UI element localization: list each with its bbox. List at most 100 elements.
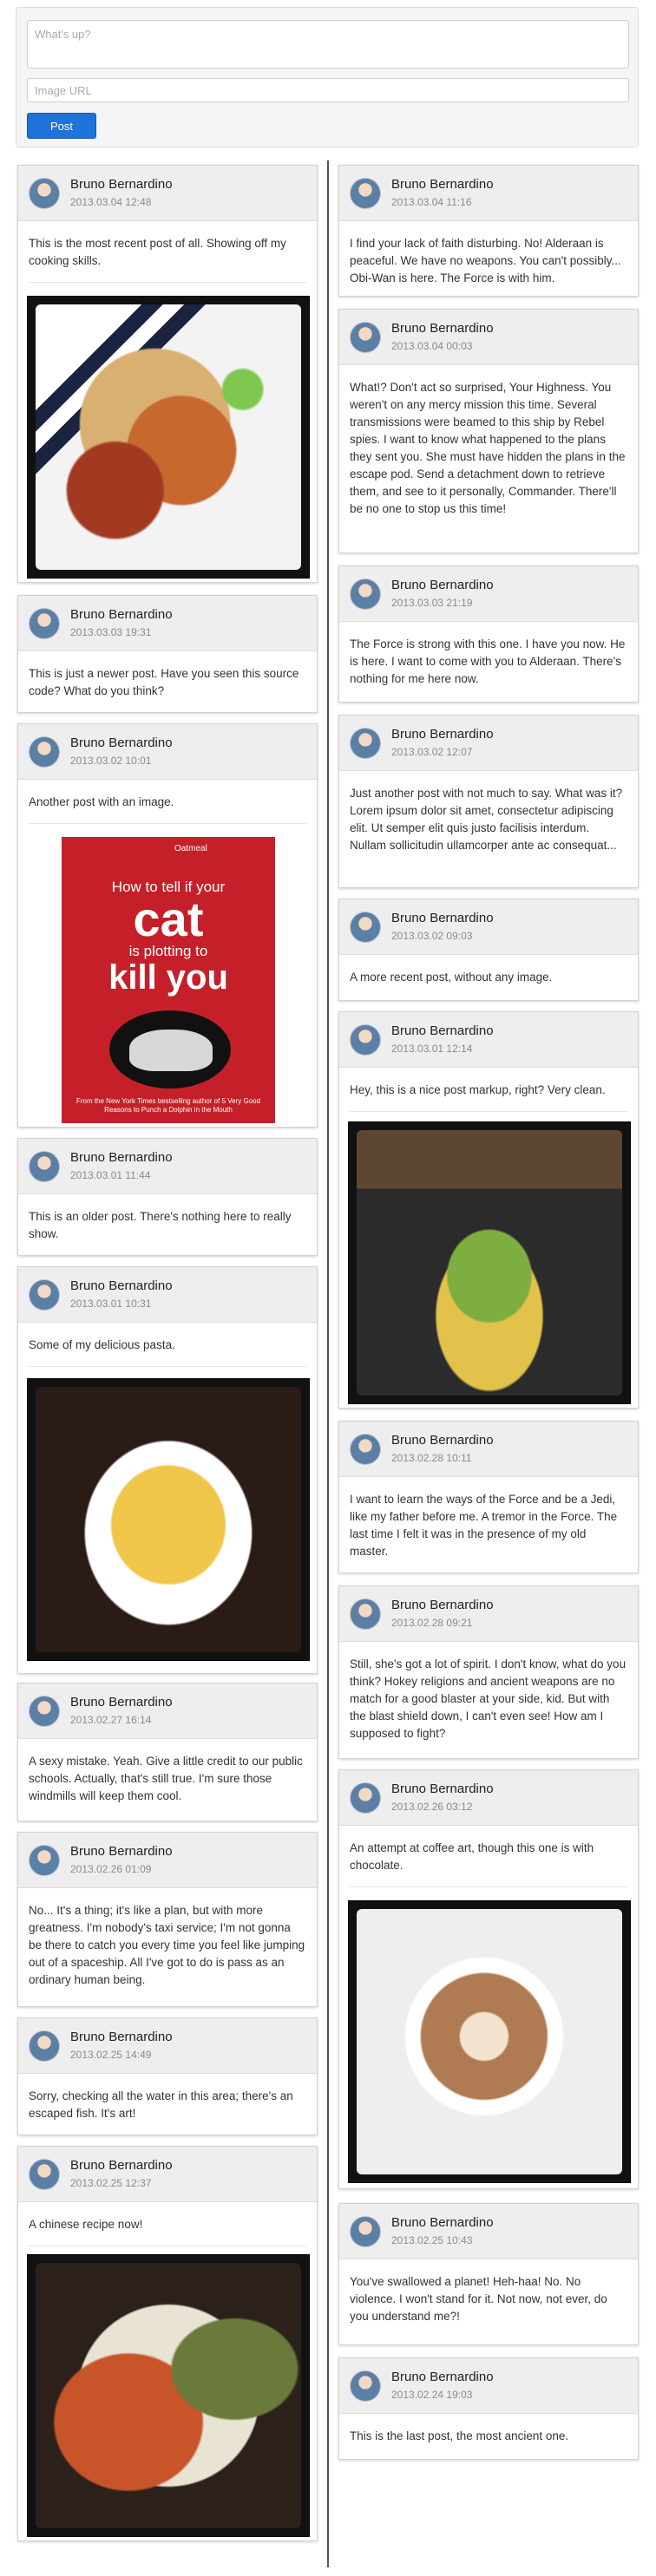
post-text: The Force is strong with this one. I hav… (350, 637, 626, 685)
post-header: Bruno Bernardino 2013.03.01 10:31 (18, 1267, 317, 1323)
book-footer: From the New York Times bestselling auth… (75, 1097, 261, 1114)
author-name: Bruno Bernardino (70, 736, 173, 750)
post-text: No... It's a thing; it's like a plan, bu… (29, 1904, 305, 1986)
post-date: 2013.03.04 11:16 (391, 196, 472, 208)
post-text: This is an older post. There's nothing h… (29, 1210, 292, 1240)
avatar (350, 178, 381, 209)
post-header: Bruno Bernardino 2013.03.04 00:03 (339, 310, 638, 365)
coffee-photo (348, 1900, 631, 2183)
author-name: Bruno Bernardino (391, 1782, 494, 1796)
post-text: What!? Don't act so surprised, Your High… (350, 381, 626, 515)
timeline-post: Bruno Bernardino 2013.02.25 14:49 Sorry,… (17, 2017, 318, 2135)
post-text: This is the last post, the most ancient … (350, 2429, 569, 2442)
divider (350, 1111, 627, 1112)
post-header: Bruno Bernardino 2013.03.01 11:44 (18, 1139, 317, 1194)
post-date: 2013.02.26 03:12 (391, 1801, 473, 1813)
avatar (350, 1599, 381, 1630)
divider (29, 823, 306, 824)
post-text: I want to learn the ways of the Force an… (350, 1493, 618, 1558)
post-date: 2013.03.01 10:31 (70, 1298, 152, 1310)
timeline-post: Bruno Bernardino 2013.02.27 16:14 A sexy… (17, 1683, 318, 1821)
post-text: A sexy mistake. Yeah. Give a little cred… (29, 1755, 303, 1802)
timeline-post: Bruno Bernardino 2013.02.26 01:09 No... … (17, 1832, 318, 2007)
avatar (350, 728, 381, 759)
author-name: Bruno Bernardino (391, 727, 494, 742)
post-text: You've swallowed a planet! Heh-haa! No. … (350, 2275, 607, 2323)
timeline-post: Bruno Bernardino 2013.02.25 12:37 A chin… (17, 2146, 318, 2541)
post-header: Bruno Bernardino 2013.03.03 21:19 (339, 566, 638, 622)
divider (350, 1886, 627, 1887)
timeline-post: Bruno Bernardino 2013.02.26 03:12 An att… (338, 1769, 639, 2189)
timeline-post: Bruno Bernardino 2013.02.28 09:21 Still,… (338, 1585, 639, 1759)
book-title-line: kill you (108, 958, 228, 997)
image-url-input[interactable] (27, 78, 629, 102)
post-header: Bruno Bernardino 2013.02.28 10:11 (339, 1422, 638, 1477)
post-header: Bruno Bernardino 2013.02.26 01:09 (18, 1833, 317, 1888)
post-header: Bruno Bernardino 2013.02.25 10:43 (339, 2204, 638, 2259)
author-name: Bruno Bernardino (391, 2215, 494, 2230)
post-date: 2013.03.02 09:03 (391, 930, 473, 942)
post-header: Bruno Bernardino 2013.03.01 12:14 (339, 1012, 638, 1068)
post-date: 2013.02.25 14:49 (70, 2049, 152, 2061)
post-header: Bruno Bernardino 2013.02.26 03:12 (339, 1770, 638, 1826)
post-header: Bruno Bernardino 2013.03.02 09:03 (339, 899, 638, 955)
book-photo: Oatmeal How to tell if your cat is plott… (62, 837, 275, 1123)
status-input[interactable] (27, 20, 629, 69)
author-name: Bruno Bernardino (391, 1433, 494, 1448)
timeline-post: Bruno Bernardino 2013.03.02 12:07 Just a… (338, 715, 639, 888)
post-date: 2013.03.03 19:31 (70, 626, 152, 638)
avatar (350, 912, 381, 943)
avatar (29, 1845, 60, 1876)
post-date: 2013.03.02 10:01 (70, 755, 152, 767)
post-date: 2013.02.26 01:09 (70, 1863, 152, 1875)
divider (29, 282, 306, 283)
post-text: Some of my delicious pasta. (29, 1338, 175, 1351)
timeline-post: Bruno Bernardino 2013.03.04 11:16 I find… (338, 165, 639, 297)
author-name: Bruno Bernardino (70, 2030, 173, 2044)
avatar (29, 736, 60, 768)
post-date: 2013.02.25 10:43 (391, 2234, 473, 2246)
post-text: Just another post with not much to say. … (350, 787, 623, 852)
book-title-line: cat (133, 892, 204, 946)
post-header: Bruno Bernardino 2013.02.25 12:37 (18, 2147, 317, 2202)
post-date: 2013.02.27 16:14 (70, 1714, 152, 1726)
post-date: 2013.03.01 11:44 (70, 1169, 151, 1181)
author-name: Bruno Bernardino (70, 607, 173, 622)
food-photo (27, 296, 310, 579)
timeline-post: Bruno Bernardino 2013.03.01 12:14 Hey, t… (338, 1011, 639, 1409)
timeline-post: Bruno Bernardino 2013.02.28 10:11 I want… (338, 1421, 639, 1573)
post-header: Bruno Bernardino 2013.02.27 16:14 (18, 1684, 317, 1739)
author-name: Bruno Bernardino (391, 578, 494, 592)
author-name: Bruno Bernardino (70, 1150, 173, 1165)
timeline-post: Bruno Bernardino 2013.03.02 10:01 Anothe… (17, 723, 318, 1128)
avatar (350, 1434, 381, 1465)
post-text: A more recent post, without any image. (350, 971, 553, 984)
post-date: 2013.03.02 12:07 (391, 746, 473, 758)
timeline-post: Bruno Bernardino 2013.03.03 19:31 This i… (17, 595, 318, 713)
post-date: 2013.02.25 12:37 (70, 2177, 152, 2189)
mojito-photo (348, 1121, 631, 1404)
post-text: I find your lack of faith disturbing. No… (350, 237, 621, 284)
avatar (29, 2030, 60, 2062)
post-header: Bruno Bernardino 2013.03.04 11:16 (339, 166, 638, 221)
avatar (29, 1696, 60, 1727)
timeline-post: Bruno Bernardino 2013.03.04 00:03 What!?… (338, 309, 639, 553)
post-header: Bruno Bernardino 2013.03.02 12:07 (339, 716, 638, 771)
timeline-post: Bruno Bernardino 2013.03.01 11:44 This i… (17, 1138, 318, 1256)
post-text: A chinese recipe now! (29, 2218, 143, 2231)
post-date: 2013.02.28 09:21 (391, 1617, 473, 1629)
avatar (350, 2370, 381, 2402)
author-name: Bruno Bernardino (391, 1023, 494, 1038)
avatar (29, 1151, 60, 1182)
avatar (350, 2216, 381, 2247)
post-button[interactable]: Post (27, 113, 96, 139)
avatar (350, 1782, 381, 1814)
post-text: Still, she's got a lot of spirit. I don'… (350, 1657, 626, 1740)
avatar (350, 322, 381, 353)
post-text: This is the most recent post of all. Sho… (29, 237, 286, 267)
author-name: Bruno Bernardino (70, 1695, 173, 1710)
post-text: This is just a newer post. Have you seen… (29, 667, 299, 697)
author-name: Bruno Bernardino (70, 177, 173, 192)
author-name: Bruno Bernardino (391, 1598, 494, 1612)
timeline-post: Bruno Bernardino 2013.03.02 09:03 A more… (338, 899, 639, 1001)
